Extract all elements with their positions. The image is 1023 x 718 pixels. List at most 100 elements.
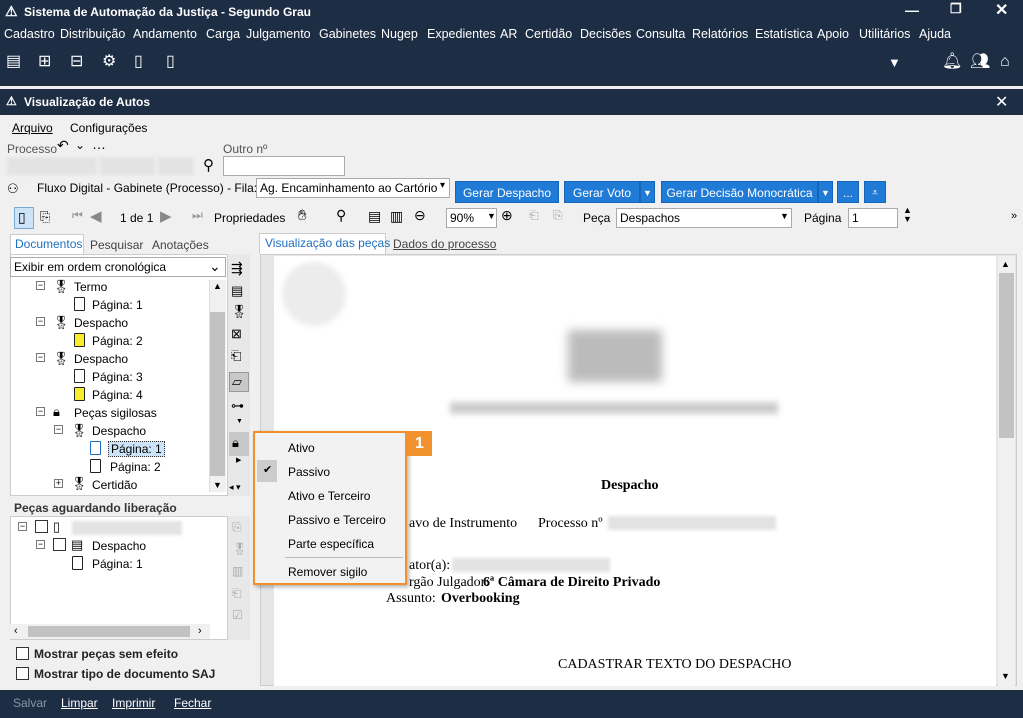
peca-dropdown-icon[interactable]: ▼ xyxy=(780,211,789,221)
menu-andamento[interactable]: Andamento xyxy=(133,27,197,41)
peca-select[interactable]: Despachos xyxy=(616,208,792,228)
tipo-saj-label[interactable]: Mostrar tipo de documento SAJ xyxy=(34,667,215,681)
search-icon[interactable]: ⚲ xyxy=(203,156,214,174)
tree-item-pagina-selected[interactable]: Página: 1 xyxy=(108,441,165,457)
tree-item-pagina[interactable]: Página: 4 xyxy=(92,388,143,402)
tree-expand-icon[interactable]: + xyxy=(54,479,63,488)
scroll-right-icon[interactable]: › xyxy=(198,625,202,637)
last-page-icon[interactable]: ⏭ xyxy=(192,208,203,223)
salvar-button[interactable]: Salvar xyxy=(13,696,47,710)
home-icon[interactable]: ⌂ xyxy=(1000,54,1010,70)
viewer-scroll-down-icon[interactable]: ▼ xyxy=(1001,671,1010,681)
tree-item-despacho[interactable]: Despacho xyxy=(74,352,128,366)
menu-item-passivo-terceiro[interactable]: Passivo e Terceiro xyxy=(288,513,386,527)
scroll-arrows-icon[interactable]: ◂ ▾ xyxy=(229,482,241,493)
fechar-button[interactable]: Fechar xyxy=(174,696,211,710)
seal-icon[interactable]: 🎖︎ xyxy=(232,542,247,556)
tree-item-despacho[interactable]: Despacho xyxy=(74,316,128,330)
first-page-icon[interactable]: ⏮ xyxy=(72,208,83,223)
liberacao-despacho[interactable]: Despacho xyxy=(92,539,146,553)
menu-arquivo[interactable]: Arquivo xyxy=(12,121,53,135)
menu-julgamento[interactable]: Julgamento xyxy=(246,27,311,41)
processo-field-2[interactable] xyxy=(100,157,155,175)
menu-expedientes[interactable]: Expedientes xyxy=(427,27,496,41)
fit-width-icon[interactable]: ▤ xyxy=(368,208,381,225)
order-dropdown-icon[interactable]: ⌄ xyxy=(209,258,221,275)
gerar-decisao-dropdown[interactable]: ▼ xyxy=(818,181,833,203)
tree-item-pecas-sigilosas[interactable]: Peças sigilosas xyxy=(74,406,157,420)
processo-field-3[interactable] xyxy=(158,157,194,175)
order-select[interactable]: Exibir em ordem cronológica xyxy=(10,257,226,277)
liberacao-checkbox[interactable] xyxy=(35,520,48,533)
close-icon[interactable]: ✕ xyxy=(995,0,1008,20)
limpar-button[interactable]: Limpar xyxy=(61,696,98,710)
next-page-icon[interactable]: ▶ xyxy=(160,207,172,225)
more-icon[interactable]: … xyxy=(92,136,106,152)
pagina-input[interactable]: 1 xyxy=(848,208,898,228)
menu-item-passivo[interactable]: Passivo xyxy=(288,465,330,479)
rotate-right-icon[interactable]: ⎘ xyxy=(553,208,563,223)
menu-utilitarios[interactable]: Utilitários xyxy=(859,27,910,41)
seal-remove-icon[interactable]: ⊠ xyxy=(231,326,242,342)
outro-input[interactable] xyxy=(223,156,345,176)
tree-collapse-icon[interactable]: − xyxy=(36,317,45,326)
tree-collapse-icon[interactable]: − xyxy=(36,353,45,362)
release-icon[interactable]: ⎗ xyxy=(232,586,242,601)
menu-distribuicao[interactable]: Distribuição xyxy=(60,27,125,41)
minimize-icon[interactable]: — xyxy=(905,2,919,18)
scroll-up-icon[interactable]: ▲ xyxy=(213,281,222,291)
scroll-left-icon[interactable]: ‹ xyxy=(14,625,18,637)
user-settings-icon[interactable]: ⚙ xyxy=(102,54,116,70)
tree-collapse-icon[interactable]: − xyxy=(54,425,63,434)
gerar-despacho-button[interactable]: Gerar Despacho xyxy=(455,181,559,203)
gerar-decisao-button[interactable]: Gerar Decisão Monocrática xyxy=(661,181,818,203)
subwindow-close-icon[interactable]: ✕ xyxy=(995,92,1008,112)
tab-documentos[interactable]: Documentos xyxy=(15,237,82,251)
propriedades-button[interactable]: Propriedades xyxy=(214,211,285,225)
menu-configuracoes[interactable]: Configurações xyxy=(70,121,147,135)
imprimir-button[interactable]: Imprimir xyxy=(112,696,155,710)
menu-carga[interactable]: Carga xyxy=(206,27,240,41)
menu-apoio[interactable]: Apoio xyxy=(817,27,849,41)
menu-ajuda[interactable]: Ajuda xyxy=(919,27,951,41)
scroll-down-icon[interactable]: ▼ xyxy=(213,480,222,490)
tree-item-certidao[interactable]: Certidão xyxy=(92,478,137,492)
printer-icon[interactable]: ▤ xyxy=(6,54,21,70)
document-c-icon[interactable]: ▯ xyxy=(134,54,143,70)
tree-collapse-icon[interactable]: − xyxy=(18,522,27,531)
tab-visualizacao[interactable]: Visualização das peças xyxy=(265,236,390,250)
add-icon[interactable]: ⎘ xyxy=(232,520,242,535)
menu-item-ativo[interactable]: Ativo xyxy=(288,441,315,455)
approve-icon[interactable]: ☑ xyxy=(232,608,243,622)
fila-dropdown-icon[interactable]: ▾ xyxy=(440,180,445,191)
trash-icon[interactable]: ▥ xyxy=(232,564,243,578)
small-arrow-icon[interactable]: ▶ xyxy=(236,456,241,464)
viewer-scrollbar-thumb[interactable] xyxy=(999,273,1014,438)
tree-item-pagina[interactable]: Página: 2 xyxy=(110,460,161,474)
tree-item-pagina[interactable]: Página: 3 xyxy=(92,370,143,384)
prev-page-icon[interactable]: ◀ xyxy=(90,207,102,225)
menu-estatistica[interactable]: Estatística xyxy=(755,27,813,41)
tree-scrollbar-thumb[interactable] xyxy=(210,312,225,476)
tree-collapse-icon[interactable]: − xyxy=(36,540,45,549)
menu-item-remover-sigilo[interactable]: Remover sigilo xyxy=(288,565,367,579)
menu-certidao[interactable]: Certidão xyxy=(525,27,572,41)
small-arrow-icon[interactable]: ▼ xyxy=(236,418,243,425)
bell-icon[interactable]: 🔔︎ xyxy=(942,54,962,70)
restore-icon[interactable]: ❐ xyxy=(950,1,962,17)
tree-collapse-icon[interactable]: − xyxy=(36,281,45,290)
menu-ar[interactable]: AR xyxy=(500,27,517,41)
menu-item-ativo-terceiro[interactable]: Ativo e Terceiro xyxy=(288,489,370,503)
liberacao-pagina[interactable]: Página: 1 xyxy=(92,557,143,571)
compare-icon[interactable]: ⎗ xyxy=(231,348,241,364)
tree-item-termo[interactable]: Termo xyxy=(74,280,107,294)
zoom-tool-icon[interactable]: ⚲ xyxy=(336,207,346,224)
pages-icon[interactable]: ⎘ xyxy=(40,209,50,225)
menu-decisoes[interactable]: Decisões xyxy=(580,27,631,41)
menu-gabinetes[interactable]: Gabinetes xyxy=(319,27,376,41)
processo-field-1[interactable] xyxy=(7,157,97,175)
org-chart-icon[interactable]: ⊞ xyxy=(38,54,51,70)
zoom-in-icon[interactable]: ⊕ xyxy=(501,207,513,224)
sem-efeito-label[interactable]: Mostrar peças sem efeito xyxy=(34,647,178,661)
hand-tool-icon[interactable]: ✋︎ xyxy=(298,207,307,224)
